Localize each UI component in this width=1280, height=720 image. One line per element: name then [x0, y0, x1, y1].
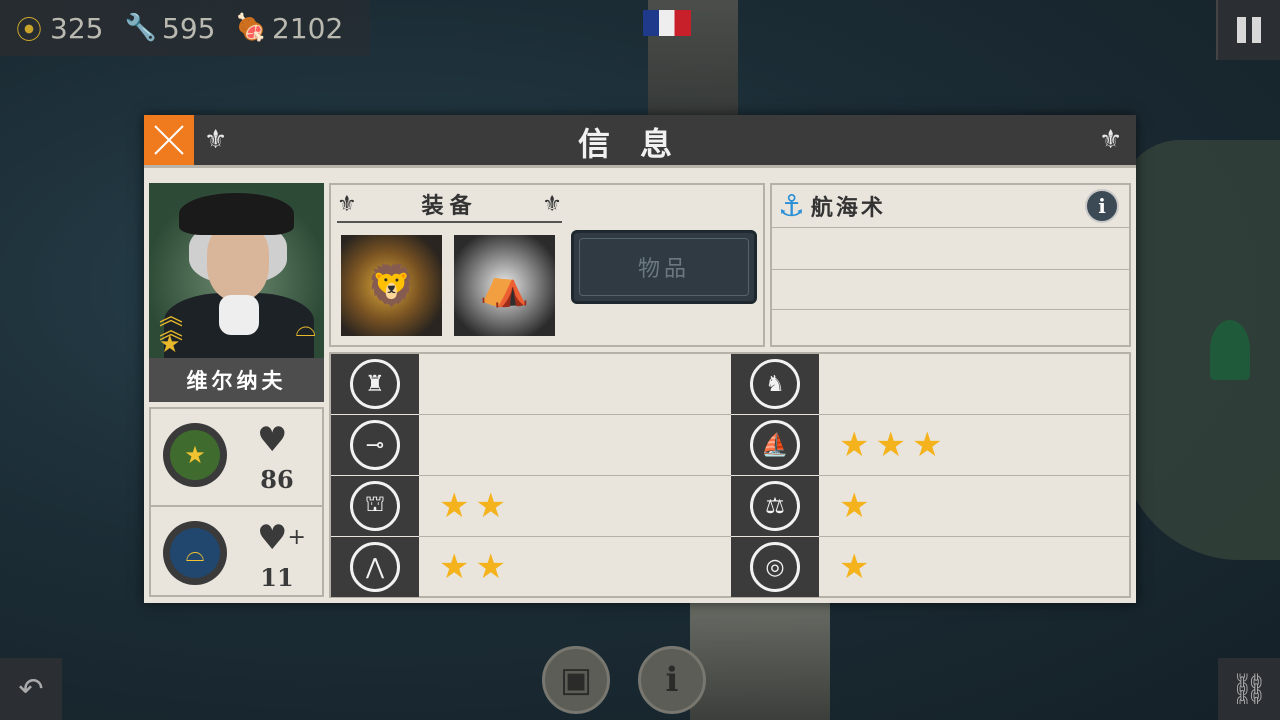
skill-infantry: ♜: [331, 354, 731, 415]
rank-medal: ★: [163, 423, 227, 487]
chest-icon: ▣: [559, 660, 593, 700]
fleur-icon: ⚜: [1099, 125, 1123, 155]
bicorne-medal: ⌓: [163, 521, 227, 585]
tools-amount: 595: [162, 11, 216, 45]
back-button[interactable]: ↶: [0, 658, 62, 720]
artillery-icon: ⊸: [350, 420, 400, 470]
march-icon: ⋀: [350, 542, 400, 592]
info-icon: i: [665, 660, 679, 700]
items-button[interactable]: 物品: [571, 230, 757, 304]
regen-value: 11: [260, 563, 294, 592]
tent-camp-icon: ⛺: [479, 263, 530, 309]
skill-accuracy: ◎ ★: [731, 537, 1129, 597]
skill-stars: ★★★: [839, 425, 949, 465]
chest-button[interactable]: ▣: [542, 646, 610, 714]
equipment-slot-figurehead[interactable]: 🦁: [341, 235, 442, 336]
skill-stars: ★: [839, 486, 876, 526]
coin-icon: ⦿: [15, 15, 42, 46]
lion-figurehead-icon: 🦁: [366, 263, 417, 309]
tricorne-hat: [179, 193, 294, 235]
wrench-icon: 🔧: [124, 13, 158, 43]
equipment-label: 装备: [421, 193, 478, 219]
equipment-header: ⚜ 装备 ⚜: [337, 187, 562, 223]
officer-stats: ★ ♥ 86 ⌓ ♥+ 11: [149, 407, 324, 597]
fleur-icon: ⚜: [337, 191, 357, 217]
chevron-star-icon: ★: [170, 430, 220, 480]
chain-icon: ⛓: [1229, 671, 1269, 707]
navigation-title: 航海术: [810, 195, 886, 221]
skill-ship: ⛵ ★★★: [731, 415, 1129, 476]
navigation-panel: ⚓ 航海术 i: [770, 183, 1131, 347]
undo-arrow-icon: ↶: [18, 671, 44, 707]
french-flag: [643, 10, 691, 36]
tools-resource: 🔧 595: [124, 10, 216, 46]
forest: [1210, 320, 1250, 380]
info-dialog: ⚜ 信息 ⚜ ︽ ︽ ★ ⌓ 维尔纳夫 ★ ♥ 86 ⌓ ♥+ 11 ⚜ 装备 …: [144, 115, 1136, 603]
equipment-panel: ⚜ 装备 ⚜ 🦁 ⛺ 物品: [329, 183, 765, 347]
gold-amount: 325: [50, 11, 104, 45]
tools-button[interactable]: ⛓: [1218, 658, 1280, 720]
skill-stars: ★: [839, 547, 876, 587]
health-row: ★ ♥ 86: [151, 409, 322, 502]
navigation-info-button[interactable]: i: [1085, 189, 1119, 223]
cavalry-icon: ♞: [750, 359, 800, 409]
anchor-icon: ⚓: [778, 188, 805, 224]
regen-row: ⌓ ♥+ 11: [151, 505, 322, 600]
fortification-icon: ⛫: [350, 481, 400, 531]
gold-resource: ⦿ 325: [12, 10, 103, 46]
skills-grid: ♜ ♞ ⊸ ⛵ ★★★ ⛫ ★★ ⚖ ★ ⋀ ★★ ◎ ★: [329, 352, 1131, 598]
officer-name: 维尔纳夫: [149, 358, 324, 402]
meat-icon: 🍖: [234, 13, 268, 43]
dialog-title: 信息: [577, 125, 702, 163]
heart-icon: ♥: [257, 420, 288, 460]
officer-portrait: ︽ ︽ ★ ⌓: [149, 183, 324, 358]
info-icon: i: [1098, 194, 1106, 218]
dialog-header: ⚜ 信息 ⚜: [144, 115, 1136, 168]
skill-stars: ★★: [439, 547, 512, 587]
heart-plus-icon: ♥+: [257, 518, 306, 558]
pause-button[interactable]: [1216, 0, 1280, 60]
target-icon: ◎: [750, 542, 800, 592]
skill-march: ⋀ ★★: [331, 537, 731, 597]
food-amount: 2102: [272, 11, 344, 45]
fleur-icon: ⚜: [542, 191, 562, 217]
scales-icon: ⚖: [750, 481, 800, 531]
health-value: 86: [260, 465, 294, 494]
skill-stars: ★★: [439, 486, 512, 526]
bicorne-icon: ⌓: [170, 528, 220, 578]
pause-icon: [1237, 17, 1246, 43]
ship-icon: ⛵: [750, 420, 800, 470]
food-resource: 🍖 2102: [234, 10, 343, 46]
bicorne-icon: ⌓: [295, 313, 316, 343]
skill-commerce: ⚖ ★: [731, 476, 1129, 537]
ship-hull: [690, 600, 830, 720]
land-mass: [1120, 140, 1280, 560]
skill-cavalry: ♞: [731, 354, 1129, 415]
equipment-slot-camp[interactable]: ⛺: [454, 235, 555, 336]
rank-chevrons-icon: ︽ ︽ ★: [159, 302, 183, 358]
skill-artillery: ⊸: [331, 415, 731, 476]
info-round-button[interactable]: i: [638, 646, 706, 714]
skill-fortification: ⛫ ★★: [331, 476, 731, 537]
infantry-icon: ♜: [350, 359, 400, 409]
